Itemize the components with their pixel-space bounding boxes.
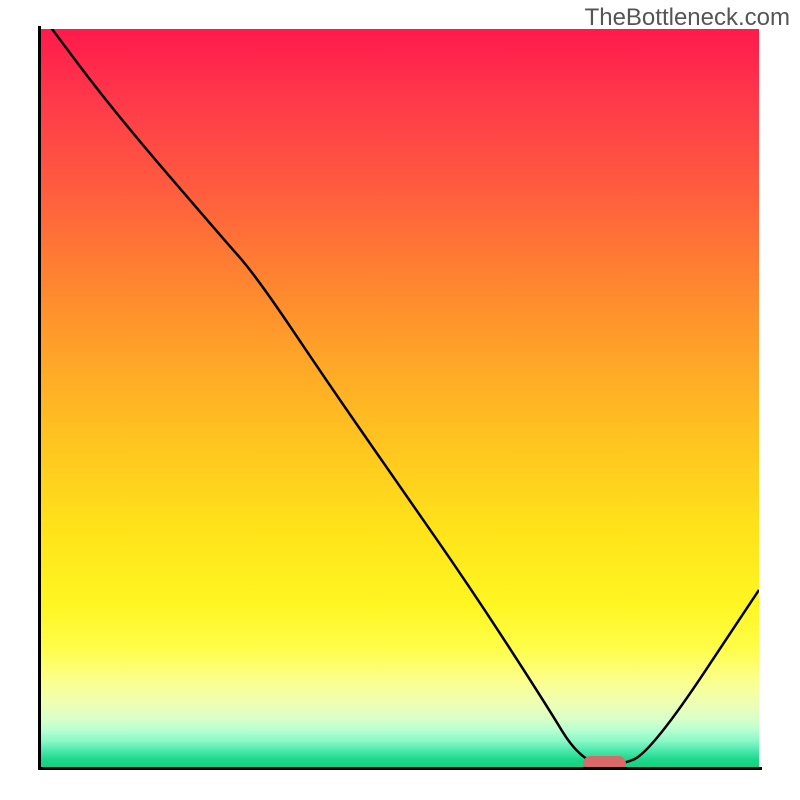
x-axis	[38, 767, 762, 770]
y-axis	[38, 26, 41, 770]
curve-layer	[41, 29, 759, 767]
chart-container: TheBottleneck.com	[0, 0, 800, 800]
plot-area	[41, 29, 759, 767]
watermark-text: TheBottleneck.com	[585, 4, 790, 32]
optimum-marker	[583, 756, 626, 767]
bottleneck-curve	[41, 29, 759, 765]
